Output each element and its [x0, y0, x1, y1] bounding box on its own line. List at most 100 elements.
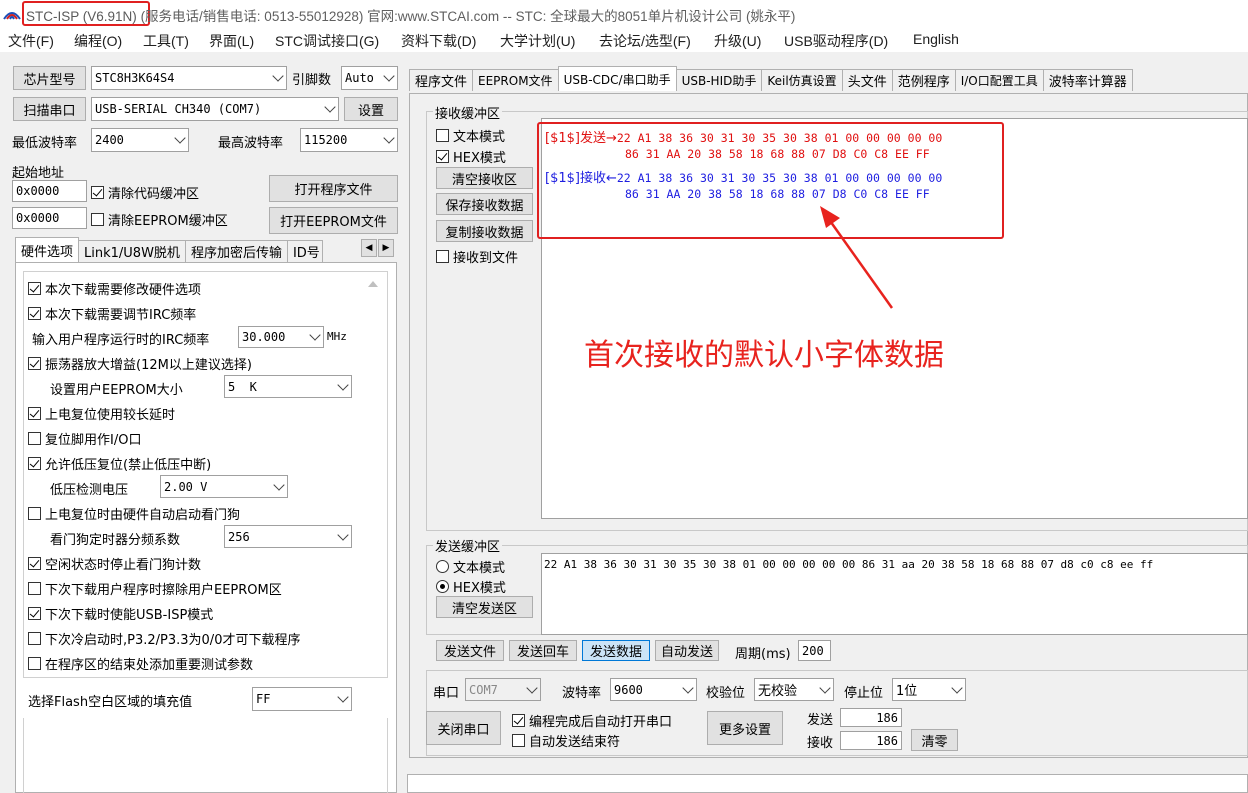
clear-code-buffer-checkbox[interactable]: 清除代码缓冲区 — [91, 183, 199, 202]
parity-select[interactable]: 无校验 — [754, 678, 834, 701]
menu-tools[interactable]: 工具(T) — [143, 31, 189, 51]
menu-university[interactable]: 大学计划(U) — [500, 31, 575, 51]
period-label: 周期(ms) — [735, 647, 791, 662]
chevron-down-icon — [337, 378, 349, 391]
chevron-down-icon — [383, 70, 395, 82]
menu-file[interactable]: 文件(F) — [8, 31, 54, 51]
menu-downloads[interactable]: 资料下载(D) — [401, 31, 476, 51]
com-port-select[interactable]: COM7 — [465, 678, 541, 701]
save-receive-button[interactable]: 保存接收数据 — [436, 193, 533, 215]
receive-to-file-checkbox[interactable]: 接收到文件 — [436, 247, 518, 266]
sent-count-label: 发送 — [807, 713, 834, 728]
stop-bits-select[interactable]: 1位 — [892, 678, 966, 701]
tab-baud-calculator[interactable]: 波特率计算器 — [1042, 69, 1133, 91]
tab-link1-offline[interactable]: Link1/U8W脱机 — [78, 240, 186, 262]
option-low-voltage-reset[interactable]: 允许低压复位(禁止低压中断) — [28, 454, 211, 473]
tab-scroll-right-button[interactable]: ▶ — [378, 239, 394, 257]
open-eeprom-file-button[interactable]: 打开EEPROM文件 — [269, 207, 398, 234]
recv-text-mode-checkbox[interactable]: 文本模式 — [436, 126, 505, 145]
low-voltage-select[interactable]: 2.00 V — [160, 475, 288, 498]
tab-program-file[interactable]: 程序文件 — [409, 69, 474, 91]
tab-encrypted-transfer[interactable]: 程序加密后传输 — [184, 240, 288, 262]
irc-frequency-select[interactable]: 30.000 — [238, 326, 324, 348]
radio-icon — [436, 580, 449, 593]
option-cold-start-p32-p33[interactable]: 下次冷启动时,P3.2/P3.3为0/0才可下载程序 — [28, 629, 300, 648]
tab-eeprom-file[interactable]: EEPROM文件 — [472, 69, 559, 91]
send-enter-button[interactable]: 发送回车 — [509, 640, 577, 661]
open-program-file-button[interactable]: 打开程序文件 — [269, 175, 398, 202]
baud-rate-select[interactable]: 9600 — [610, 678, 697, 701]
eeprom-address-input[interactable]: 0x0000 — [12, 207, 87, 229]
tab-keil-settings[interactable]: Keil仿真设置 — [761, 69, 843, 91]
chevron-down-icon — [819, 681, 831, 694]
checkbox-icon — [28, 357, 41, 370]
more-settings-button[interactable]: 更多设置 — [707, 711, 783, 745]
checkbox-icon — [28, 282, 41, 295]
port-select[interactable]: USB-SERIAL CH340 (COM7) — [91, 97, 339, 121]
option-adjust-irc[interactable]: 本次下载需要调节IRC频率 — [28, 304, 196, 323]
start-address-label: 起始地址 — [12, 166, 65, 181]
option-modify-hardware[interactable]: 本次下载需要修改硬件选项 — [28, 279, 201, 298]
menu-forum[interactable]: 去论坛/选型(F) — [599, 31, 691, 51]
chip-model-button[interactable]: 芯片型号 — [13, 66, 86, 90]
clear-send-button[interactable]: 清空发送区 — [436, 596, 533, 618]
recv-line-4: 86 31 AA 20 38 58 18 68 88 07 D8 C0 C8 E… — [625, 187, 930, 201]
settings-button[interactable]: 设置 — [344, 97, 398, 121]
recv-hex-mode-checkbox[interactable]: HEX模式 — [436, 147, 506, 166]
scroll-up-icon[interactable] — [368, 281, 378, 287]
max-baud-select[interactable]: 115200 — [300, 128, 398, 152]
tab-scroll-left-button[interactable]: ◀ — [361, 239, 377, 257]
menu-program[interactable]: 编程(O) — [74, 31, 122, 51]
send-data-button[interactable]: 发送数据 — [582, 640, 650, 661]
menu-english[interactable]: English — [913, 31, 959, 47]
checkbox-icon — [436, 129, 449, 142]
annotation-text: 首次接收的默认小字体数据 — [584, 338, 944, 373]
flash-fill-select[interactable]: FF — [252, 687, 352, 711]
menu-upgrade[interactable]: 升级(U) — [714, 31, 761, 51]
clear-counters-button[interactable]: 清零 — [911, 729, 958, 751]
chip-model-select[interactable]: STC8H3K64S4 — [91, 66, 287, 90]
option-idle-stop-watchdog[interactable]: 空闲状态时停止看门狗计数 — [28, 554, 201, 573]
auto-send-button[interactable]: 自动发送 — [655, 640, 719, 661]
send-file-button[interactable]: 发送文件 — [436, 640, 504, 661]
tab-hardware-options[interactable]: 硬件选项 — [15, 237, 80, 262]
clear-eeprom-buffer-checkbox[interactable]: 清除EEPROM缓冲区 — [91, 210, 228, 229]
send-hex-mode-radio[interactable]: HEX模式 — [436, 577, 506, 596]
auto-open-port-checkbox[interactable]: 编程完成后自动打开串口 — [512, 711, 672, 730]
tab-usb-cdc-serial[interactable]: USB-CDC/串口助手 — [557, 66, 677, 91]
code-address-input[interactable]: 0x0000 — [12, 180, 87, 202]
chevron-down-icon — [174, 132, 186, 144]
option-usb-isp[interactable]: 下次下载时使能USB-ISP模式 — [28, 604, 213, 623]
close-port-button[interactable]: 关闭串口 — [426, 711, 501, 745]
period-input[interactable]: 200 — [798, 640, 831, 661]
option-reset-pin-io[interactable]: 复位脚用作I/O口 — [28, 429, 141, 448]
right-tab-bar: 程序文件 EEPROM文件 USB-CDC/串口助手 USB-HID助手 Kei… — [409, 66, 1133, 91]
menu-usb-driver[interactable]: USB驱动程序(D) — [784, 31, 888, 51]
menu-interface[interactable]: 界面(L) — [209, 31, 254, 51]
tab-id[interactable]: ID号 — [286, 240, 323, 262]
tab-header-files[interactable]: 头文件 — [841, 69, 893, 91]
min-baud-select[interactable]: 2400 — [91, 128, 189, 152]
send-text-mode-radio[interactable]: 文本模式 — [436, 557, 505, 576]
pins-select[interactable]: Auto — [341, 66, 398, 90]
checkbox-icon — [512, 714, 525, 727]
flash-fill-label: 选择Flash空白区域的填充值 — [28, 695, 193, 710]
status-area — [407, 774, 1248, 793]
eeprom-size-select[interactable]: 5 K — [224, 375, 352, 398]
clear-receive-button[interactable]: 清空接收区 — [436, 167, 533, 189]
option-erase-eeprom[interactable]: 下次下载用户程序时擦除用户EEPROM区 — [28, 579, 282, 598]
option-long-reset-delay[interactable]: 上电复位使用较长延时 — [28, 404, 175, 423]
copy-receive-button[interactable]: 复制接收数据 — [436, 220, 533, 242]
option-add-test-params[interactable]: 在程序区的结束处添加重要测试参数 — [28, 654, 253, 673]
option-oscillator-gain[interactable]: 振荡器放大增益(12M以上建议选择) — [28, 354, 252, 373]
watchdog-divider-select[interactable]: 256 — [224, 525, 352, 548]
scan-port-button[interactable]: 扫描串口 — [13, 97, 86, 121]
tab-examples[interactable]: 范例程序 — [891, 69, 956, 91]
window-title: STC-ISP (V6.91N) (服务电话/销售电话: 0513-550129… — [26, 9, 796, 24]
auto-send-terminator-checkbox[interactable]: 自动发送结束符 — [512, 731, 620, 750]
chevron-down-icon — [272, 70, 284, 82]
tab-io-config[interactable]: I/O口配置工具 — [954, 69, 1044, 91]
menu-debug[interactable]: STC调试接口(G) — [275, 31, 379, 51]
tab-usb-hid[interactable]: USB-HID助手 — [675, 69, 763, 91]
option-hardware-watchdog[interactable]: 上电复位时由硬件自动启动看门狗 — [28, 504, 240, 523]
